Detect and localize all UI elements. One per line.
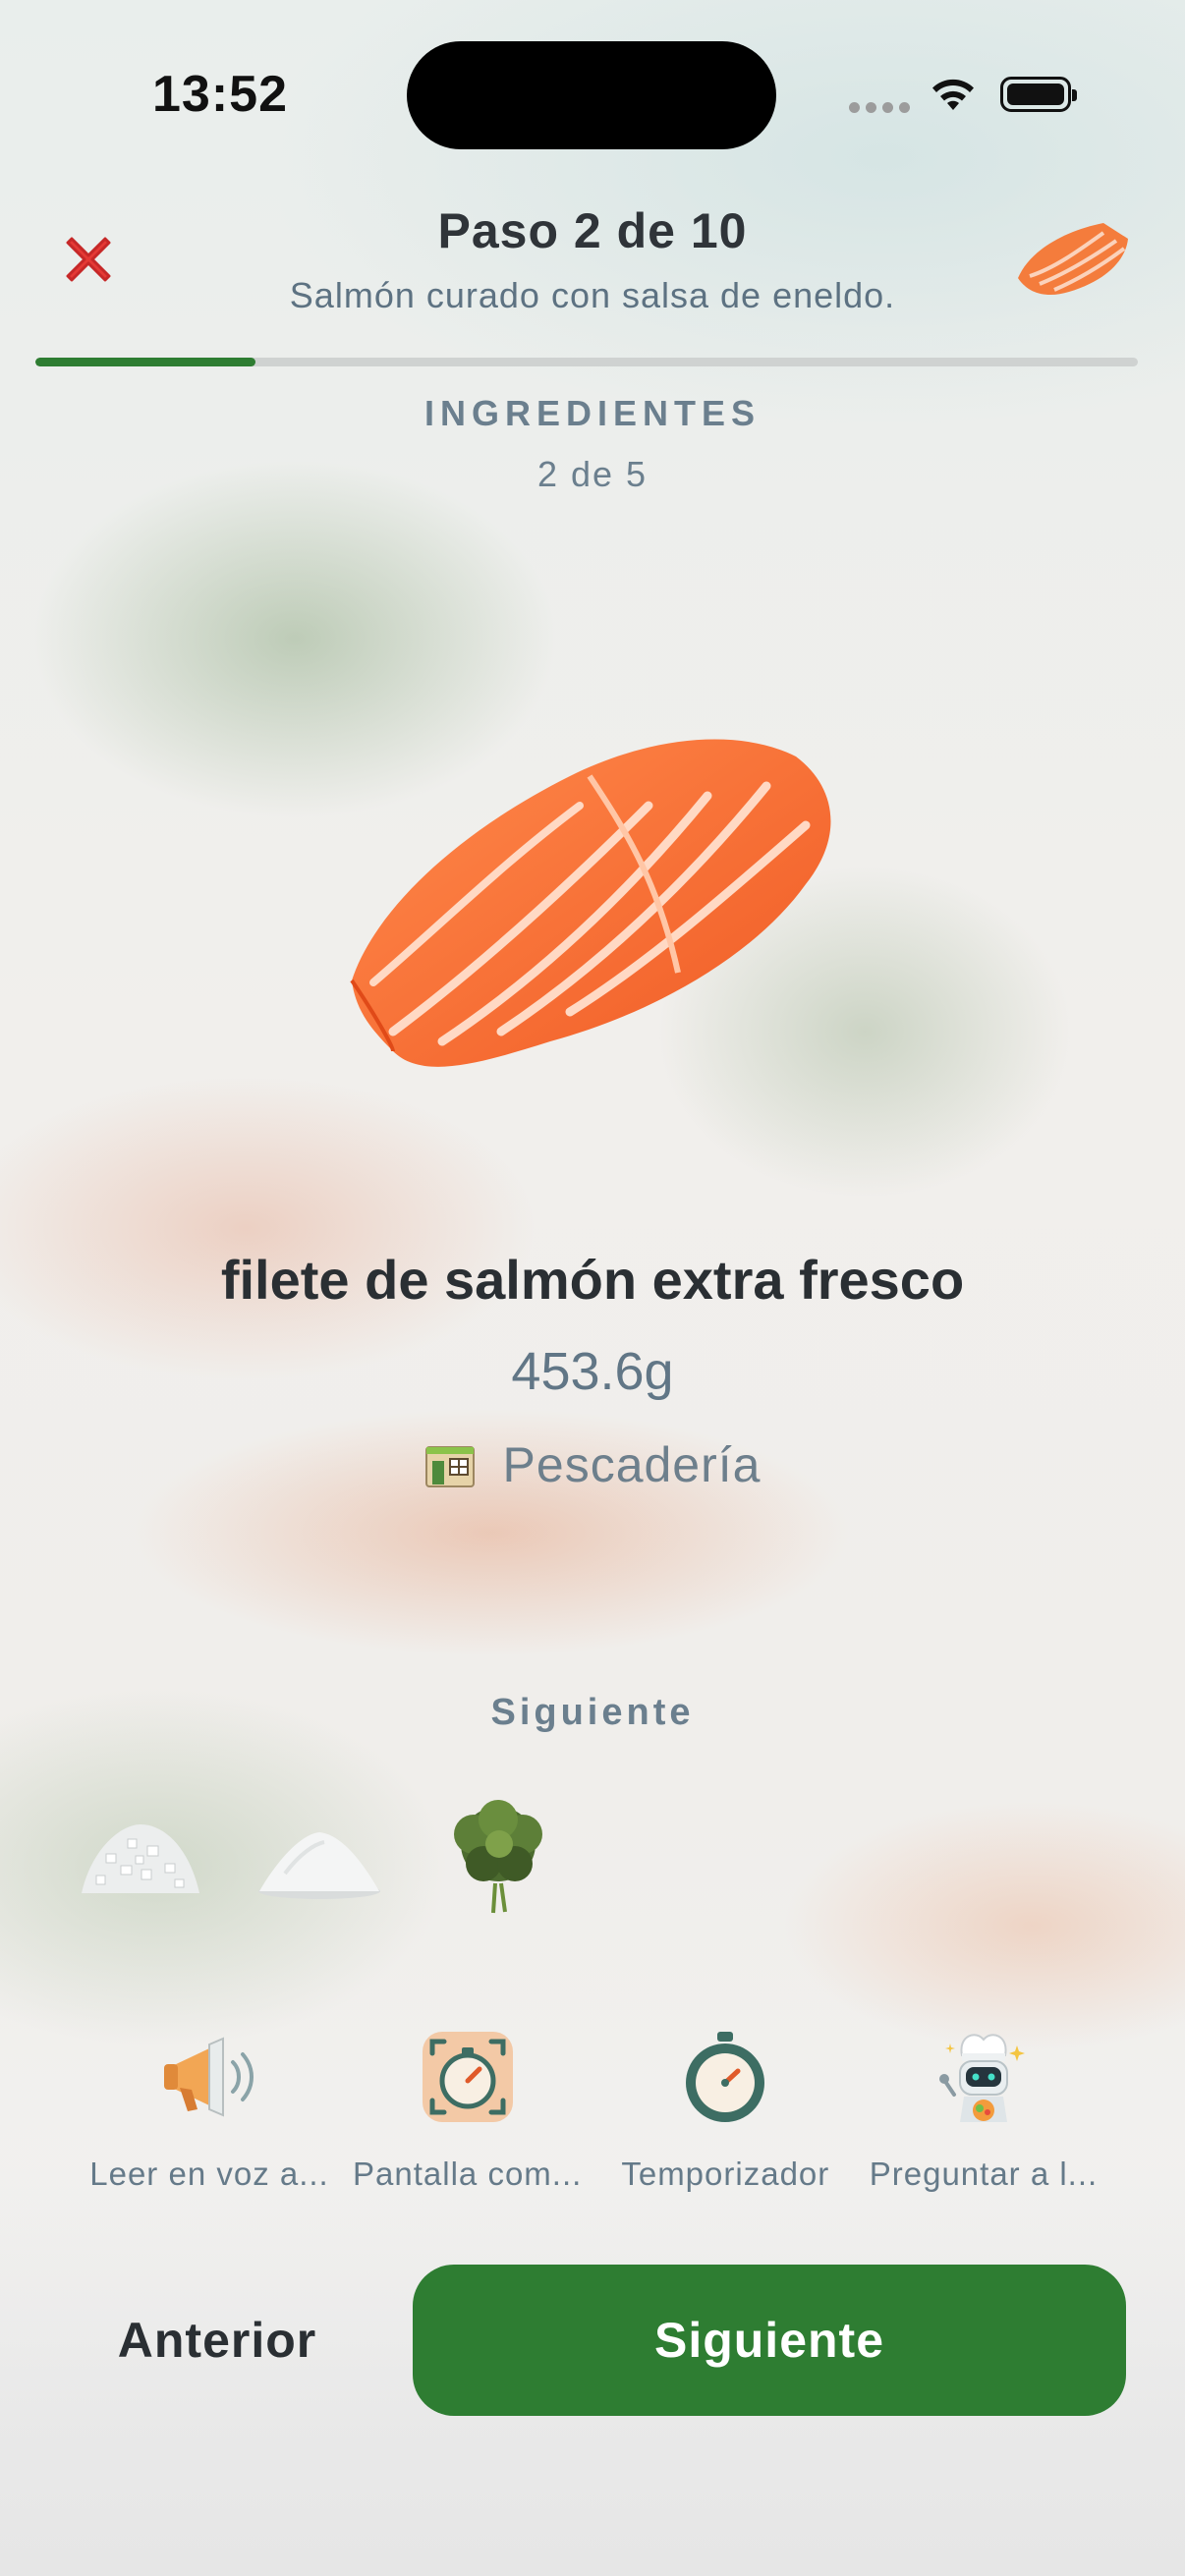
read-aloud-button[interactable]: Leer en voz a... <box>81 2024 338 2193</box>
timer-button[interactable]: Temporizador <box>596 2024 854 2193</box>
fresh-dill-image <box>434 1790 562 1918</box>
full-screen-label: Pantalla com... <box>353 2156 583 2192</box>
robot-chef-icon <box>931 2024 1037 2130</box>
ingredient-name: filete de salmón extra fresco <box>220 1249 965 1311</box>
ingredient-quantity: 453.6g <box>511 1342 674 1401</box>
coarse-salt-image <box>77 1790 204 1918</box>
store-section: Pescadería <box>0 1436 1185 1493</box>
section-count: 2 de 5 <box>536 454 649 494</box>
sugar-image <box>255 1790 383 1918</box>
next-ingredients-label: Siguiente <box>490 1692 695 1733</box>
step-progress-bar <box>35 358 1138 366</box>
timer-label: Temporizador <box>621 2156 830 2192</box>
recipe-subtitle: Salmón curado con salsa de eneldo. <box>289 275 896 315</box>
battery-icon <box>1000 77 1077 112</box>
ask-ai-button[interactable]: Preguntar a l... <box>855 2024 1112 2193</box>
salmon-fillet-image <box>350 739 831 1067</box>
screen-timer-icon <box>415 2024 521 2130</box>
status-time: 13:52 <box>152 66 288 123</box>
store-label: Pescadería <box>502 1437 762 1492</box>
full-screen-button[interactable]: Pantalla com... <box>339 2024 596 2193</box>
stopwatch-icon <box>672 2024 778 2130</box>
read-aloud-label: Leer en voz a... <box>89 2156 329 2192</box>
next-button[interactable]: Siguiente <box>413 2265 1126 2416</box>
signal-icon <box>849 102 910 113</box>
salmon-thumbnail-icon <box>1018 223 1128 296</box>
store-icon <box>424 1446 475 1487</box>
next-ingredients-list <box>77 1790 562 1918</box>
megaphone-icon <box>156 2024 262 2130</box>
previous-button[interactable]: Anterior <box>59 2265 375 2416</box>
step-title: Paso 2 de 10 <box>437 203 748 258</box>
wifi-icon <box>932 79 974 110</box>
ask-ai-label: Preguntar a l... <box>869 2156 1099 2192</box>
section-label: INGREDIENTES <box>423 393 762 433</box>
tools-row: Leer en voz a... Pantalla com... Tempori… <box>81 2024 1112 2193</box>
dynamic-island <box>407 41 776 149</box>
